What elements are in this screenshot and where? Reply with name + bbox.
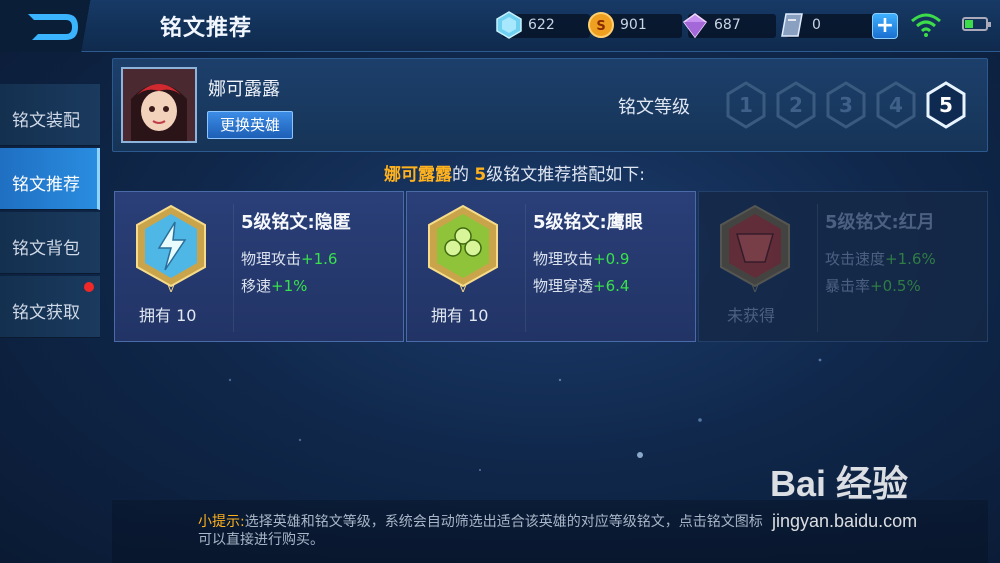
rune-stat: 物理攻击+0.9 bbox=[533, 248, 629, 269]
stat-value: +0.5% bbox=[870, 277, 921, 295]
rune-stat: 暴击率+0.5% bbox=[825, 275, 921, 296]
page-title: 铭文推荐 bbox=[160, 16, 253, 41]
battery-icon bbox=[962, 17, 991, 31]
back-arrow-icon bbox=[28, 14, 78, 40]
divider bbox=[525, 204, 526, 332]
top-bar: 铭文推荐 622 S 901 687 0 + bbox=[0, 0, 1000, 52]
svg-text:V: V bbox=[168, 284, 175, 294]
sidebar-item-label: 铭文装配 bbox=[12, 111, 80, 131]
rune-stat: 移速+1% bbox=[241, 275, 307, 296]
svg-text:S: S bbox=[596, 19, 605, 34]
level-3-button[interactable]: 3 bbox=[825, 81, 867, 129]
diamond-value: 622 bbox=[528, 17, 555, 33]
stat-label: 物理攻击 bbox=[533, 250, 594, 268]
recommendation-heading: 娜可露露的 5级铭文推荐搭配如下: bbox=[384, 160, 645, 185]
sidebar-item-rune-obtain[interactable]: 铭文获取 bbox=[0, 276, 100, 338]
rune-stat: 攻击速度+1.6% bbox=[825, 248, 936, 269]
sidebar-item-label: 铭文背包 bbox=[12, 239, 80, 259]
switch-hero-button[interactable]: 更换英雄 bbox=[207, 111, 293, 139]
tip-prefix: 小提示: bbox=[198, 514, 245, 530]
gold-value: 901 bbox=[620, 17, 647, 33]
recommend-hero-name: 娜可露露 bbox=[384, 165, 452, 185]
not-obtained-label: 未获得 bbox=[727, 306, 776, 325]
red-moon-rune-icon: V bbox=[720, 204, 790, 294]
hero-name: 娜可露露 bbox=[208, 79, 280, 100]
stat-value: +1% bbox=[271, 277, 308, 295]
stat-label: 暴击率 bbox=[825, 277, 871, 295]
level-5-button-selected[interactable]: 5 bbox=[925, 81, 967, 129]
recommend-level: 5 bbox=[474, 165, 487, 185]
sidebar-item-label: 铭文推荐 bbox=[12, 175, 80, 195]
diamond-icon bbox=[496, 11, 522, 39]
recommend-text: 级铭文推荐搭配如下: bbox=[486, 165, 645, 185]
divider bbox=[817, 204, 818, 332]
wifi-icon bbox=[911, 13, 941, 37]
watermark-url: jingyan.baidu.com bbox=[772, 511, 918, 531]
rune-name: 5级铭文:隐匿 bbox=[241, 212, 351, 233]
back-button[interactable] bbox=[0, 0, 120, 52]
own-count: 拥有 10 bbox=[139, 306, 197, 325]
lightning-rune-icon: V bbox=[136, 204, 206, 294]
tip-line-1: 选择英雄和铭文等级，系统会自动筛选出适合该英雄的对应等级铭文，点击铭文图标 bbox=[244, 514, 763, 530]
voucher-icon bbox=[781, 13, 803, 37]
voucher-value: 0 bbox=[812, 17, 821, 33]
svg-text:V: V bbox=[460, 284, 467, 294]
stat-label: 物理攻击 bbox=[241, 250, 302, 268]
level-1-button[interactable]: 1 bbox=[725, 81, 767, 129]
stat-value: +6.4 bbox=[593, 277, 630, 295]
sidebar-item-label: 铭文获取 bbox=[12, 303, 80, 323]
diamond-counter: 622 bbox=[496, 11, 590, 39]
clover-rune-icon: V bbox=[428, 204, 498, 294]
rune-stat: 物理攻击+1.6 bbox=[241, 248, 337, 269]
stat-label: 攻击速度 bbox=[825, 250, 886, 268]
level-number: 1 bbox=[739, 93, 753, 117]
recommend-de: 的 bbox=[452, 165, 469, 185]
voucher-counter: 0 bbox=[781, 13, 874, 38]
rune-stat: 物理穿透+6.4 bbox=[533, 275, 629, 296]
stat-value: +1.6% bbox=[885, 250, 936, 268]
rune-card-hawkeye[interactable]: V 拥有 10 5级铭文:鹰眼 物理攻击+0.9 物理穿透+6.4 bbox=[406, 191, 696, 342]
tip-text: 小提示:选择英雄和铭文等级，系统会自动筛选出适合该英雄的对应等级铭文，点击铭文图… bbox=[198, 513, 798, 549]
sidebar-item-rune-recommend[interactable]: 铭文推荐 bbox=[0, 148, 100, 210]
recharge-plus-button[interactable]: + bbox=[872, 13, 898, 39]
rune-level-label: 铭文等级 bbox=[618, 97, 690, 118]
sidebar: 铭文装配 铭文推荐 铭文背包 铭文获取 bbox=[0, 58, 100, 563]
level-4-button[interactable]: 4 bbox=[875, 81, 917, 129]
notification-dot bbox=[84, 282, 94, 292]
hero-panel: 娜可露露 更换英雄 铭文等级 1 2 3 4 5 bbox=[112, 58, 988, 152]
level-2-button[interactable]: 2 bbox=[775, 81, 817, 129]
stat-label: 物理穿透 bbox=[533, 277, 594, 295]
hero-portrait-icon bbox=[123, 69, 195, 141]
purple-crystal-icon bbox=[682, 13, 708, 39]
own-count: 拥有 10 bbox=[431, 306, 489, 325]
divider bbox=[233, 204, 234, 332]
gold-counter: S 901 bbox=[588, 12, 682, 38]
stat-label: 移速 bbox=[241, 277, 272, 295]
tip-line-2: 可以直接进行购买。 bbox=[198, 532, 324, 548]
level-number: 5 bbox=[939, 93, 953, 117]
sidebar-item-rune-equip[interactable]: 铭文装配 bbox=[0, 84, 100, 146]
rune-card-red-moon[interactable]: V 未获得 5级铭文:红月 攻击速度+1.6% 暴击率+0.5% bbox=[698, 191, 988, 342]
stat-value: +0.9 bbox=[593, 250, 630, 268]
rune-card-hidden[interactable]: V 拥有 10 5级铭文:隐匿 物理攻击+1.6 移速+1% bbox=[114, 191, 404, 342]
baidu-watermark: Bai 经验 jingyan.baidu.com bbox=[770, 455, 970, 545]
crystal-counter: 687 bbox=[682, 13, 776, 39]
level-number: 3 bbox=[839, 93, 853, 117]
rune-name: 5级铭文:红月 bbox=[825, 212, 935, 233]
watermark-brand: Bai 经验 bbox=[770, 463, 909, 504]
level-number: 4 bbox=[889, 93, 903, 117]
stat-value: +1.6 bbox=[301, 250, 338, 268]
hero-avatar[interactable] bbox=[121, 67, 197, 143]
level-number: 2 bbox=[789, 93, 803, 117]
rune-name: 5级铭文:鹰眼 bbox=[533, 212, 643, 233]
svg-text:V: V bbox=[752, 284, 759, 294]
crystal-value: 687 bbox=[714, 17, 741, 33]
sidebar-item-rune-bag[interactable]: 铭文背包 bbox=[0, 212, 100, 274]
gold-coin-icon: S bbox=[588, 12, 614, 38]
